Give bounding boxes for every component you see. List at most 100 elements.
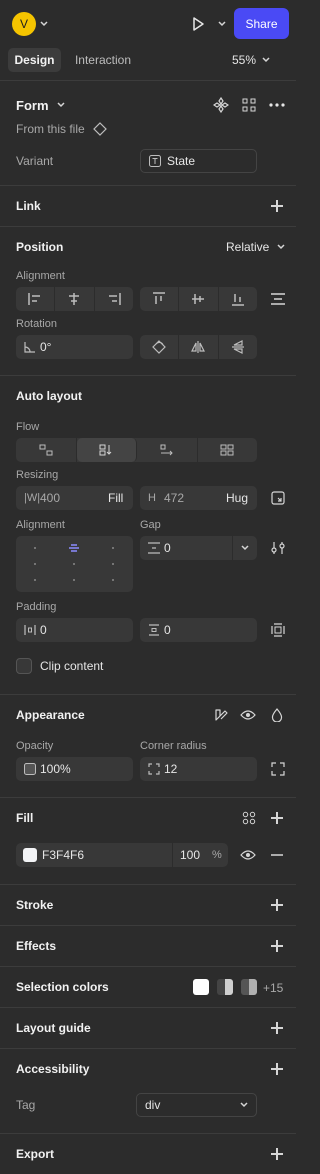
rotation-input[interactable]: 0° xyxy=(16,335,133,359)
selection-colors-more[interactable]: +15 xyxy=(263,981,283,995)
chevron-down-icon xyxy=(237,1094,251,1116)
fill-row[interactable]: F3F4F6 100 % xyxy=(16,843,228,867)
style-icon[interactable] xyxy=(211,705,231,725)
selection-color-swatch[interactable] xyxy=(193,979,209,995)
flow-horizontal-icon[interactable] xyxy=(137,438,198,462)
share-label: Share xyxy=(245,16,278,31)
add-layout-guide-icon[interactable] xyxy=(267,1018,287,1038)
chevron-down-icon[interactable] xyxy=(232,536,257,560)
independent-corners-icon[interactable] xyxy=(268,759,288,779)
distribute-icon[interactable] xyxy=(268,289,288,309)
zoom-value: 55% xyxy=(232,53,257,67)
blend-mode-icon[interactable] xyxy=(267,705,287,725)
position-mode-dropdown[interactable]: Relative xyxy=(226,238,285,256)
chevron-down-icon[interactable] xyxy=(38,16,50,32)
align-bottom-icon[interactable] xyxy=(219,287,257,311)
alignment-label: Alignment xyxy=(16,270,65,282)
angle-icon xyxy=(24,335,36,359)
opacity-icon xyxy=(24,757,36,781)
vertical-align-group xyxy=(140,287,257,311)
resizing-label: Resizing xyxy=(16,469,59,481)
layout-guide-title: Layout guide xyxy=(16,1021,91,1035)
variant-select[interactable]: State xyxy=(140,149,257,173)
flow-vertical-icon[interactable] xyxy=(76,438,137,462)
corner-radius-value: 12 xyxy=(164,762,178,776)
flip-vertical-icon[interactable] xyxy=(219,335,257,359)
add-link-icon[interactable] xyxy=(267,196,287,216)
alignment-grid[interactable] xyxy=(16,536,133,592)
add-fill-icon[interactable] xyxy=(267,808,287,828)
component-name-dropdown[interactable]: Form xyxy=(16,96,65,114)
align-left-icon[interactable] xyxy=(16,287,56,311)
align-top-icon[interactable] xyxy=(140,287,180,311)
avatar[interactable]: V xyxy=(12,12,36,36)
play-icon[interactable] xyxy=(186,12,210,36)
height-mode: Hug xyxy=(226,491,249,505)
rotation-value: 0° xyxy=(40,340,52,354)
fill-opacity-unit: % xyxy=(212,849,222,861)
effects-title: Effects xyxy=(16,939,57,953)
padding-vertical-input[interactable]: 0 xyxy=(140,618,257,642)
align-center-h-icon[interactable] xyxy=(55,287,95,311)
chevron-down-icon xyxy=(277,244,285,250)
rotate-icon[interactable] xyxy=(140,335,180,359)
tab-interaction-label: Interaction xyxy=(74,53,132,67)
padding-vertical-icon xyxy=(148,618,160,642)
individual-padding-icon[interactable] xyxy=(268,620,288,640)
resize-to-fit-icon[interactable] xyxy=(268,488,288,508)
chevron-down-icon[interactable] xyxy=(216,16,228,32)
layout-settings-icon[interactable] xyxy=(268,538,288,558)
share-button[interactable]: Share xyxy=(234,8,289,39)
corner-radius-input[interactable]: 12 xyxy=(140,757,257,781)
tab-interaction[interactable]: Interaction xyxy=(68,48,138,72)
text-icon xyxy=(149,150,161,172)
clip-content-checkbox[interactable] xyxy=(16,658,32,674)
align-right-icon[interactable] xyxy=(95,287,133,311)
gap-input[interactable]: 0 xyxy=(140,536,257,560)
styles-grid-icon[interactable] xyxy=(239,808,259,828)
diamond-icon xyxy=(92,122,107,136)
flip-horizontal-icon[interactable] xyxy=(179,335,219,359)
clip-content-label: Clip content xyxy=(40,659,104,673)
tag-value: div xyxy=(145,1098,161,1112)
add-effect-icon[interactable] xyxy=(267,936,287,956)
flow-grid-icon[interactable] xyxy=(198,438,258,462)
horizontal-align-group xyxy=(16,287,133,311)
width-prefix: |W| xyxy=(24,492,41,504)
fill-swatch[interactable] xyxy=(23,848,37,862)
height-prefix: H xyxy=(148,492,156,504)
component-icon[interactable] xyxy=(212,96,230,114)
transform-group xyxy=(140,335,257,359)
height-input[interactable]: H 472 Hug xyxy=(140,486,257,510)
tab-design[interactable]: Design xyxy=(8,48,61,72)
zoom-dropdown[interactable]: 55% xyxy=(232,48,288,72)
width-mode: Fill xyxy=(108,491,124,505)
remove-fill-icon[interactable] xyxy=(267,845,287,865)
chevron-down-icon xyxy=(56,102,65,108)
selection-color-swatch[interactable] xyxy=(241,979,257,995)
flow-free-icon[interactable] xyxy=(16,438,77,462)
grid-icon[interactable] xyxy=(240,96,258,114)
component-source[interactable]: From this file xyxy=(16,120,107,138)
width-value: 400 xyxy=(40,491,61,505)
al-alignment-label: Alignment xyxy=(16,519,65,531)
width-input[interactable]: |W| 400 Fill xyxy=(16,486,133,510)
fill-hex: F3F4F6 xyxy=(42,848,85,862)
more-icon[interactable] xyxy=(266,96,288,114)
add-accessibility-icon[interactable] xyxy=(267,1059,287,1079)
opacity-input[interactable]: 100% xyxy=(16,757,133,781)
variant-label: Variant xyxy=(16,154,54,168)
position-mode: Relative xyxy=(226,240,270,254)
flow-group xyxy=(16,438,257,462)
component-source-label: From this file xyxy=(16,122,85,136)
fill-visibility-icon[interactable] xyxy=(238,845,258,865)
selection-color-swatch[interactable] xyxy=(217,979,233,995)
padding-horizontal-input[interactable]: 0 xyxy=(16,618,133,642)
align-middle-icon[interactable] xyxy=(179,287,219,311)
visibility-icon[interactable] xyxy=(238,705,258,725)
add-export-icon[interactable] xyxy=(267,1144,287,1164)
add-stroke-icon[interactable] xyxy=(267,895,287,915)
gap-value: 0 xyxy=(164,541,171,555)
tag-select[interactable]: div xyxy=(136,1093,257,1117)
padding-horizontal-icon xyxy=(24,618,36,642)
